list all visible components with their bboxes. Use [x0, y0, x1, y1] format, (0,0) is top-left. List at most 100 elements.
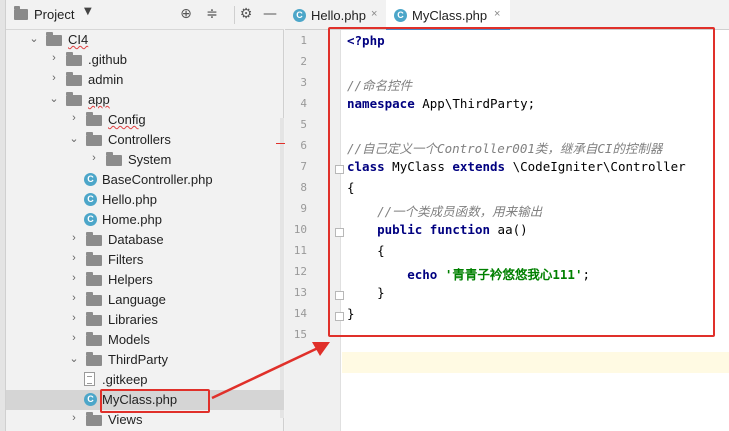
tree-item-helpers[interactable]: › Helpers [6, 270, 284, 290]
tree-item-label: Home.php [102, 212, 162, 227]
folder-icon [86, 412, 102, 426]
tree-item-label: Config [108, 112, 146, 127]
tree-item-label: Hello.php [102, 192, 157, 207]
tree-item-home-php[interactable]: C Home.php [6, 210, 284, 230]
tree-item-filters[interactable]: › Filters [6, 250, 284, 270]
folder-icon [66, 92, 82, 106]
locate-icon[interactable]: ⊕ [178, 6, 194, 22]
tree-item-language[interactable]: › Language [6, 290, 284, 310]
chevron-down-icon[interactable]: ⌄ [68, 352, 80, 365]
line-number: 13 [293, 286, 307, 299]
tree-item-label: Models [108, 332, 150, 347]
folder-icon [66, 52, 82, 66]
chevron-down-icon[interactable]: ⌄ [68, 132, 80, 145]
php-file-icon: C [84, 193, 97, 206]
collapse-all-icon[interactable]: ≑ [204, 6, 220, 22]
project-panel: Project ▼ ⊕ ≑ ⚙ — ⌄ CI4 › .github › admin ⌄ app… [6, 0, 290, 431]
folder-icon [86, 332, 102, 346]
chevron-right-icon[interactable]: › [68, 252, 80, 264]
tree-item-database[interactable]: › Database [6, 230, 284, 250]
tree-item-models[interactable]: › Models [6, 330, 284, 350]
tree-item-admin[interactable]: › admin [6, 70, 284, 90]
annotation-box-code [328, 27, 715, 337]
chevron-right-icon[interactable]: › [68, 312, 80, 324]
php-file-icon: C [293, 9, 306, 22]
tree-item-views[interactable]: › Views [6, 410, 284, 430]
tree-item-label: Language [108, 292, 166, 307]
tab-label: MyClass.php [412, 8, 488, 23]
folder-icon [86, 312, 102, 326]
tree-item-label: admin [88, 72, 124, 87]
chevron-right-icon[interactable]: › [68, 292, 80, 304]
folder-icon [66, 72, 82, 86]
folder-icon [86, 132, 102, 146]
hide-panel-icon[interactable]: — [262, 6, 278, 22]
gear-icon[interactable]: ⚙ [238, 6, 254, 22]
line-number: 5 [300, 118, 307, 131]
line-number: 2 [300, 55, 307, 68]
line-number: 7 [300, 160, 307, 173]
tree-item-app[interactable]: ⌄ app [6, 90, 284, 110]
line-number: 9 [300, 202, 307, 215]
line-number: 15 [293, 328, 307, 341]
tree-item-config[interactable]: › Config [6, 110, 284, 130]
folder-icon [86, 292, 102, 306]
project-folder-icon [14, 6, 28, 20]
tree-item-hello-php[interactable]: C Hello.php [6, 190, 284, 210]
chevron-right-icon[interactable]: › [68, 272, 80, 284]
tree-item-system[interactable]: › System [6, 150, 284, 170]
close-icon[interactable]: × [371, 8, 377, 20]
tree-item-label: Controllers [108, 132, 171, 147]
chevron-right-icon[interactable]: › [48, 72, 60, 84]
tree-item-controllers[interactable]: ⌄ Controllers [6, 130, 284, 150]
line-number: 8 [300, 181, 307, 194]
text-file-icon [84, 372, 95, 386]
header-divider [234, 6, 235, 24]
current-line-highlight [342, 352, 729, 373]
chevron-down-icon[interactable]: ▼ [84, 6, 92, 17]
chevron-right-icon[interactable]: › [68, 412, 80, 424]
tree-item-label: System [128, 152, 172, 167]
tree-item-label: Libraries [108, 312, 158, 327]
folder-icon [46, 32, 62, 46]
line-number: 1 [300, 34, 307, 47]
annotation-box-file [100, 389, 210, 413]
tree-item-label: Helpers [108, 272, 153, 287]
tree-item-gitkeep[interactable]: .gitkeep [6, 370, 284, 390]
php-file-icon: C [84, 393, 97, 406]
tree-item-basecontroller-php[interactable]: C BaseController.php [6, 170, 284, 190]
line-number: 3 [300, 76, 307, 89]
folder-icon [106, 152, 122, 166]
tree-item-label: app [88, 92, 110, 107]
tab-myclass-php[interactable]: C MyClass.php × [386, 0, 510, 30]
folder-icon [86, 252, 102, 266]
folder-icon [86, 352, 102, 366]
chevron-right-icon[interactable]: › [68, 232, 80, 244]
line-number: 14 [293, 307, 307, 320]
tree-item-ci4[interactable]: ⌄ CI4 [6, 30, 284, 50]
close-icon[interactable]: × [494, 8, 500, 20]
tree-item-label: Views [108, 412, 143, 427]
folder-icon [86, 272, 102, 286]
tree-item-github[interactable]: › .github [6, 50, 284, 70]
line-number: 12 [293, 265, 307, 278]
line-number: 4 [300, 97, 307, 110]
chevron-right-icon[interactable]: › [48, 52, 60, 64]
chevron-right-icon[interactable]: › [68, 332, 80, 344]
tree-item-libraries[interactable]: › Libraries [6, 310, 284, 330]
tab-label: Hello.php [311, 8, 366, 23]
chevron-right-icon[interactable]: › [88, 152, 100, 164]
php-file-icon: C [84, 213, 97, 226]
project-tree: ⌄ CI4 › .github › admin ⌄ app › Config ⌄ Controller… [6, 30, 284, 431]
project-panel-header: Project ▼ ⊕ ≑ ⚙ — [6, 0, 284, 30]
chevron-right-icon[interactable]: › [68, 112, 80, 124]
php-file-icon: C [394, 9, 407, 22]
chevron-down-icon[interactable]: ⌄ [48, 92, 60, 105]
tab-hello-php[interactable]: C Hello.php × [285, 0, 385, 30]
tree-item-thirdparty[interactable]: ⌄ ThirdParty [6, 350, 284, 370]
tree-item-label: Database [108, 232, 164, 247]
project-title[interactable]: Project [34, 7, 74, 22]
tree-item-label: ThirdParty [108, 352, 168, 367]
tree-item-label: .github [88, 52, 128, 67]
chevron-down-icon[interactable]: ⌄ [28, 32, 40, 45]
